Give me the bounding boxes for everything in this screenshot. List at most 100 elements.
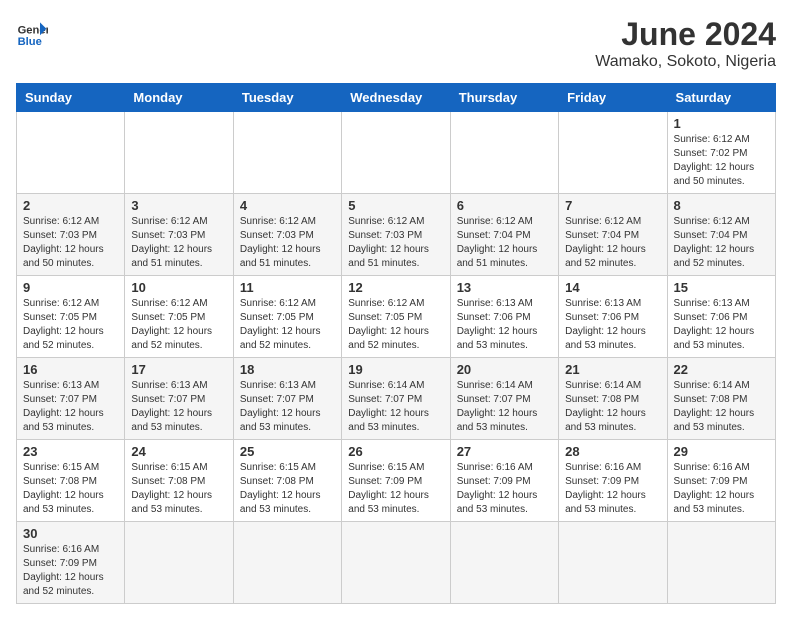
logo-icon: General Blue <box>16 16 48 48</box>
day-number: 23 <box>23 444 118 459</box>
day-info: Sunrise: 6:16 AM Sunset: 7:09 PM Dayligh… <box>565 461 660 517</box>
day-number: 29 <box>674 444 769 459</box>
calendar-cell: 12 Sunrise: 6:12 AM Sunset: 7:05 PM Dayli… <box>342 276 450 358</box>
title-area: June 2024 Wamako, Sokoto, Nigeria <box>595 16 776 71</box>
day-number: 20 <box>457 362 552 377</box>
day-info: Sunrise: 6:14 AM Sunset: 7:08 PM Dayligh… <box>565 379 660 435</box>
weekday-header-monday: Monday <box>125 84 233 112</box>
calendar-cell <box>233 522 341 604</box>
weekday-header-wednesday: Wednesday <box>342 84 450 112</box>
calendar-week-row: 2Sunrise: 6:12 AM Sunset: 7:03 PM Daylig… <box>17 194 776 276</box>
weekday-header-saturday: Saturday <box>667 84 775 112</box>
calendar-cell <box>342 112 450 194</box>
calendar-cell: 9 Sunrise: 6:12 AM Sunset: 7:05 PM Daylig… <box>17 276 125 358</box>
page-title: June 2024 <box>595 16 776 53</box>
calendar-cell: 6Sunrise: 6:12 AM Sunset: 7:04 PM Daylig… <box>450 194 558 276</box>
calendar-cell: 29 Sunrise: 6:16 AM Sunset: 7:09 PM Dayli… <box>667 440 775 522</box>
calendar-cell <box>450 112 558 194</box>
day-number: 13 <box>457 280 552 295</box>
day-number: 28 <box>565 444 660 459</box>
day-info: Sunrise: 6:12 AM Sunset: 7:04 PM Dayligh… <box>565 215 660 271</box>
calendar-cell: 22 Sunrise: 6:14 AM Sunset: 7:08 PM Dayli… <box>667 358 775 440</box>
day-info: Sunrise: 6:16 AM Sunset: 7:09 PM Dayligh… <box>457 461 552 517</box>
day-number: 30 <box>23 526 118 541</box>
calendar-cell <box>17 112 125 194</box>
calendar-week-row: 16 Sunrise: 6:13 AM Sunset: 7:07 PM Dayli… <box>17 358 776 440</box>
day-info: Sunrise: 6:12 AM Sunset: 7:05 PM Dayligh… <box>23 297 118 353</box>
day-number: 18 <box>240 362 335 377</box>
day-info: Sunrise: 6:13 AM Sunset: 7:07 PM Dayligh… <box>131 379 226 435</box>
weekday-header-tuesday: Tuesday <box>233 84 341 112</box>
calendar-cell: 23 Sunrise: 6:15 AM Sunset: 7:08 PM Dayli… <box>17 440 125 522</box>
calendar-cell: 17 Sunrise: 6:13 AM Sunset: 7:07 PM Dayli… <box>125 358 233 440</box>
day-info: Sunrise: 6:12 AM Sunset: 7:05 PM Dayligh… <box>348 297 443 353</box>
day-info: Sunrise: 6:12 AM Sunset: 7:05 PM Dayligh… <box>131 297 226 353</box>
day-info: Sunrise: 6:13 AM Sunset: 7:06 PM Dayligh… <box>674 297 769 353</box>
day-info: Sunrise: 6:15 AM Sunset: 7:08 PM Dayligh… <box>240 461 335 517</box>
day-info: Sunrise: 6:13 AM Sunset: 7:07 PM Dayligh… <box>23 379 118 435</box>
day-number: 5 <box>348 198 443 213</box>
calendar-cell <box>450 522 558 604</box>
day-number: 12 <box>348 280 443 295</box>
day-number: 27 <box>457 444 552 459</box>
calendar-week-row: 23 Sunrise: 6:15 AM Sunset: 7:08 PM Dayli… <box>17 440 776 522</box>
day-number: 1 <box>674 116 769 131</box>
day-info: Sunrise: 6:12 AM Sunset: 7:03 PM Dayligh… <box>23 215 118 271</box>
day-number: 17 <box>131 362 226 377</box>
day-info: Sunrise: 6:15 AM Sunset: 7:09 PM Dayligh… <box>348 461 443 517</box>
logo: General Blue <box>16 16 48 48</box>
calendar-cell: 10Sunrise: 6:12 AM Sunset: 7:05 PM Dayli… <box>125 276 233 358</box>
calendar-cell: 8 Sunrise: 6:12 AM Sunset: 7:04 PM Daylig… <box>667 194 775 276</box>
day-number: 26 <box>348 444 443 459</box>
calendar-cell: 2Sunrise: 6:12 AM Sunset: 7:03 PM Daylig… <box>17 194 125 276</box>
page-header: General Blue June 2024 Wamako, Sokoto, N… <box>16 16 776 71</box>
calendar-cell: 27 Sunrise: 6:16 AM Sunset: 7:09 PM Dayli… <box>450 440 558 522</box>
day-info: Sunrise: 6:12 AM Sunset: 7:04 PM Dayligh… <box>674 215 769 271</box>
day-number: 25 <box>240 444 335 459</box>
calendar-cell: 4Sunrise: 6:12 AM Sunset: 7:03 PM Daylig… <box>233 194 341 276</box>
day-info: Sunrise: 6:16 AM Sunset: 7:09 PM Dayligh… <box>23 543 118 599</box>
calendar-cell: 14 Sunrise: 6:13 AM Sunset: 7:06 PM Dayli… <box>559 276 667 358</box>
calendar-cell: 11Sunrise: 6:12 AM Sunset: 7:05 PM Dayli… <box>233 276 341 358</box>
calendar-cell: 30 Sunrise: 6:16 AM Sunset: 7:09 PM Dayli… <box>17 522 125 604</box>
page-subtitle: Wamako, Sokoto, Nigeria <box>595 53 776 71</box>
calendar-cell <box>559 112 667 194</box>
day-number: 22 <box>674 362 769 377</box>
calendar-cell: 21 Sunrise: 6:14 AM Sunset: 7:08 PM Dayli… <box>559 358 667 440</box>
day-info: Sunrise: 6:12 AM Sunset: 7:02 PM Dayligh… <box>674 133 769 189</box>
day-number: 15 <box>674 280 769 295</box>
calendar-cell <box>125 112 233 194</box>
day-number: 14 <box>565 280 660 295</box>
day-info: Sunrise: 6:12 AM Sunset: 7:03 PM Dayligh… <box>131 215 226 271</box>
calendar-cell <box>559 522 667 604</box>
day-info: Sunrise: 6:12 AM Sunset: 7:03 PM Dayligh… <box>240 215 335 271</box>
calendar-week-row: 30 Sunrise: 6:16 AM Sunset: 7:09 PM Dayli… <box>17 522 776 604</box>
day-number: 7 <box>565 198 660 213</box>
calendar-cell <box>342 522 450 604</box>
day-number: 19 <box>348 362 443 377</box>
calendar-cell: 1 Sunrise: 6:12 AM Sunset: 7:02 PM Daylig… <box>667 112 775 194</box>
day-number: 24 <box>131 444 226 459</box>
day-info: Sunrise: 6:14 AM Sunset: 7:08 PM Dayligh… <box>674 379 769 435</box>
day-info: Sunrise: 6:13 AM Sunset: 7:07 PM Dayligh… <box>240 379 335 435</box>
calendar-week-row: 1 Sunrise: 6:12 AM Sunset: 7:02 PM Daylig… <box>17 112 776 194</box>
calendar-cell <box>667 522 775 604</box>
day-number: 9 <box>23 280 118 295</box>
day-info: Sunrise: 6:12 AM Sunset: 7:03 PM Dayligh… <box>348 215 443 271</box>
calendar-cell: 7 Sunrise: 6:12 AM Sunset: 7:04 PM Daylig… <box>559 194 667 276</box>
calendar-cell: 26 Sunrise: 6:15 AM Sunset: 7:09 PM Dayli… <box>342 440 450 522</box>
calendar-cell: 16 Sunrise: 6:13 AM Sunset: 7:07 PM Dayli… <box>17 358 125 440</box>
calendar-cell: 19Sunrise: 6:14 AM Sunset: 7:07 PM Dayli… <box>342 358 450 440</box>
day-number: 8 <box>674 198 769 213</box>
calendar-cell: 13Sunrise: 6:13 AM Sunset: 7:06 PM Dayli… <box>450 276 558 358</box>
svg-text:Blue: Blue <box>18 36 42 48</box>
day-info: Sunrise: 6:14 AM Sunset: 7:07 PM Dayligh… <box>457 379 552 435</box>
day-number: 21 <box>565 362 660 377</box>
weekday-header-friday: Friday <box>559 84 667 112</box>
day-info: Sunrise: 6:16 AM Sunset: 7:09 PM Dayligh… <box>674 461 769 517</box>
day-info: Sunrise: 6:13 AM Sunset: 7:06 PM Dayligh… <box>565 297 660 353</box>
day-number: 16 <box>23 362 118 377</box>
calendar-cell: 25 Sunrise: 6:15 AM Sunset: 7:08 PM Dayli… <box>233 440 341 522</box>
weekday-header-sunday: Sunday <box>17 84 125 112</box>
day-info: Sunrise: 6:15 AM Sunset: 7:08 PM Dayligh… <box>23 461 118 517</box>
